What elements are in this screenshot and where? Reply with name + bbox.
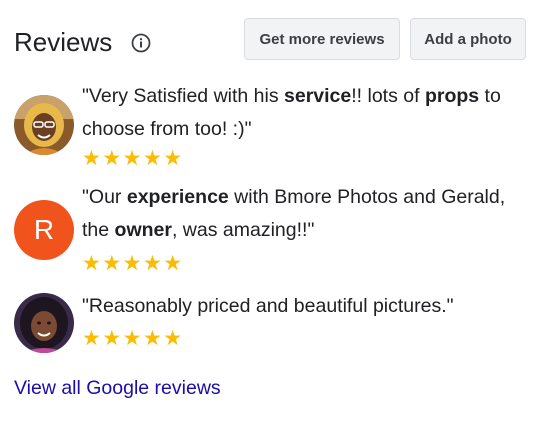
review-text-segment: !! lots of: [351, 85, 425, 107]
review-keyword: owner: [114, 219, 172, 241]
star-rating: ★★★★★: [82, 327, 184, 350]
star-rating: ★★★★★: [82, 252, 184, 275]
info-icon[interactable]: [131, 33, 151, 53]
get-more-reviews-button[interactable]: Get more reviews: [244, 18, 400, 60]
avatar[interactable]: R: [14, 200, 74, 260]
review-keyword: props: [424, 85, 480, 107]
review-text: "Reasonably priced and beautiful picture…: [82, 290, 532, 323]
review-text-segment: , was amazing!!": [171, 219, 315, 241]
reviews-header: Reviews Get more reviews Add a photo: [14, 18, 536, 62]
avatar-letter: R: [33, 214, 55, 245]
avatar[interactable]: [14, 293, 74, 353]
add-photo-button[interactable]: Add a photo: [410, 18, 526, 60]
review-text: "Very Satisfied with his service!! lots …: [82, 80, 532, 146]
review-keyword: experience: [126, 186, 229, 208]
view-all-reviews-link[interactable]: View all Google reviews: [14, 377, 221, 400]
reviews-title: Reviews: [14, 27, 113, 57]
review-keyword: service: [284, 85, 352, 107]
star-rating: ★★★★★: [82, 147, 184, 170]
review-text-segment: "Reasonably priced and beautiful picture…: [82, 295, 454, 317]
review-text-segment: "Very Satisfied with his: [82, 85, 285, 107]
review-text-segment: "Our: [82, 186, 127, 208]
avatar[interactable]: [14, 95, 74, 155]
review-text: "Our experience with Bmore Photos and Ge…: [82, 181, 532, 247]
